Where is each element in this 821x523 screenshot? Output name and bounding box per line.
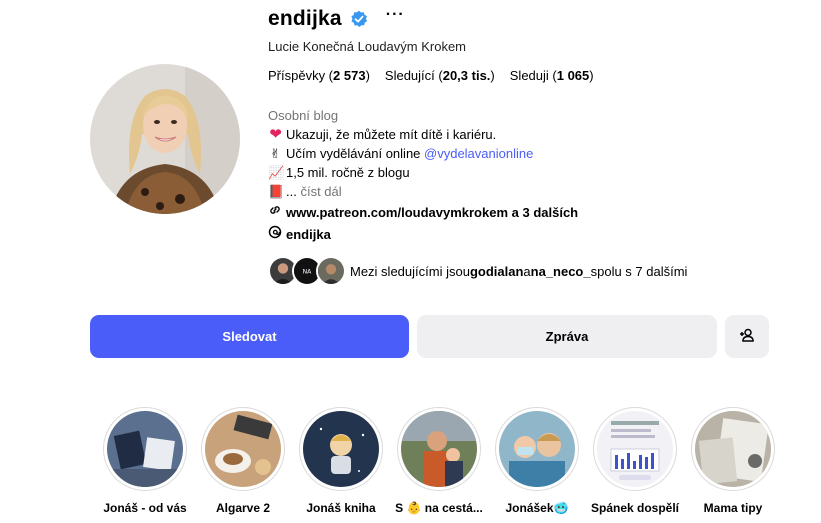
highlight-item[interactable]: Jonášek🥶: [495, 407, 579, 515]
username: endijka: [268, 7, 342, 30]
highlight-cover: [499, 411, 575, 487]
highlight-cover: [107, 411, 183, 487]
posts-count[interactable]: Příspěvky (2 573): [268, 68, 370, 83]
highlight-label: Jonáš kniha: [306, 501, 376, 515]
highlight-label: Jonáš - od vás: [103, 501, 187, 515]
highlight-cover: [401, 411, 477, 487]
svg-text:NA: NA: [303, 269, 313, 276]
threads-icon: [268, 225, 282, 244]
follow-button[interactable]: Sledovat: [90, 315, 409, 358]
highlight-label: Spánek dospělí: [590, 501, 680, 515]
mutual-user-2[interactable]: na_neco_: [531, 264, 591, 279]
mutual-avatar: [316, 256, 346, 286]
more-options-icon[interactable]: ···: [386, 6, 405, 24]
highlight-item[interactable]: S 👶 na cestá...: [395, 407, 483, 515]
link-icon: [268, 203, 282, 222]
mutual-avatars: NA: [268, 256, 346, 286]
highlight-item[interactable]: Spánek dospělí: [590, 407, 680, 515]
category-label: Osobní blog: [268, 108, 339, 123]
message-button[interactable]: Zpráva: [417, 315, 717, 358]
victory-hand-icon: ✌: [270, 146, 281, 161]
book-icon: 📕: [268, 184, 285, 199]
followed-by[interactable]: NA Mezi sledujícími jsou godialan a na_n…: [268, 256, 687, 286]
suggest-users-button[interactable]: [725, 315, 769, 358]
highlight-label: Jonášek🥶: [505, 501, 569, 515]
highlight-item[interactable]: Algarve 2: [201, 407, 285, 515]
highlight-label: Algarve 2: [215, 501, 271, 515]
full-name: Lucie Konečná Loudavým Krokem: [268, 39, 467, 54]
story-highlights: Jonáš - od vás Algarve 2 Jonáš kniha S 👶…: [103, 407, 775, 515]
bio-line: 📕... číst dál: [268, 184, 342, 199]
highlight-label: S 👶 na cestá...: [395, 501, 483, 515]
highlight-cover: [205, 411, 281, 487]
following-count[interactable]: Sleduji (1 065): [510, 68, 594, 83]
threads-link[interactable]: endijka: [268, 225, 788, 244]
chart-increasing-icon: 📈: [268, 165, 285, 180]
bio-line: 📈 1,5 mil. ročně z blogu: [268, 165, 410, 180]
person-add-icon: [739, 327, 755, 346]
bio: Osobní blog ❤ Ukazuji, že můžete mít dítě…: [268, 106, 788, 244]
bio-line: ❤ Ukazuji, že můžete mít dítě i kariéru.: [269, 126, 497, 143]
profile-stats: Příspěvky (2 573) Sledující (20,3 tis.) …: [268, 68, 594, 83]
username-row: endijka ···: [268, 4, 405, 34]
mention-link[interactable]: @vydelavanionline: [424, 146, 533, 161]
followers-count[interactable]: Sledující (20,3 tis.): [385, 68, 495, 83]
external-link[interactable]: www.patreon.com/loudavymkrokem a 3 další…: [268, 203, 788, 222]
highlight-cover: [695, 411, 771, 487]
verified-badge-icon: [350, 10, 368, 28]
read-more-link[interactable]: číst dál: [300, 184, 341, 199]
mutual-user-1[interactable]: godialan: [470, 264, 523, 279]
highlight-item[interactable]: Jonáš kniha: [299, 407, 383, 515]
highlight-cover: [303, 411, 379, 487]
highlight-item[interactable]: Jonáš - od vás: [103, 407, 187, 515]
highlight-cover: [597, 411, 673, 487]
bio-line: ✌ Učím vydělávání online @vydelavanionlin…: [268, 144, 788, 163]
heart-icon: ❤: [269, 126, 282, 143]
profile-avatar[interactable]: [90, 64, 240, 214]
highlight-label: Mama tipy: [703, 501, 763, 515]
highlight-item[interactable]: Mama tipy: [691, 407, 775, 515]
